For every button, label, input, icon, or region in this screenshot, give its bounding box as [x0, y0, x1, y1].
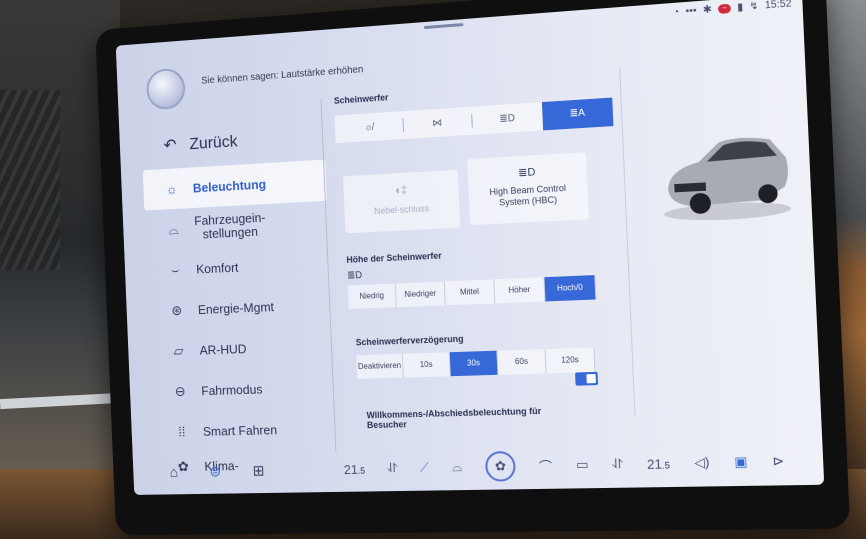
home-dock: ⌂ ⊜ ⊞	[151, 447, 330, 495]
steering-icon: ⊖	[170, 383, 191, 400]
temp-left-decimal: .5	[358, 466, 366, 476]
back-button[interactable]: ↶ Zurück	[163, 132, 238, 156]
sidebar-item-label: AR-HUD	[199, 341, 247, 357]
seat-heat-left-icon[interactable]: ⥯	[387, 460, 397, 476]
seat-icon: ⌣	[165, 261, 186, 278]
notification-badge: ~	[718, 4, 731, 14]
welcome-section: Willkommens-/Abschiedsbeleuchtung für Be…	[366, 404, 606, 430]
sidebar-item-smart-fahren[interactable]: ⁞⁞ Smart Fahren	[153, 407, 338, 452]
sidebar-item-label: Komfort	[196, 260, 239, 276]
sidebar-item-label: Energie-Mgmt	[198, 299, 275, 317]
height-option[interactable]: Höher	[494, 277, 545, 303]
rear-fog-card[interactable]: ◖‡ Nebel-schluss	[343, 170, 460, 234]
car-icon: ⌓	[163, 221, 184, 238]
temp-right-decimal: .5	[662, 460, 670, 470]
height-option[interactable]: Niedriger	[396, 281, 446, 307]
lighting-panel: Scheinwerfer ☼̸ ⋈ ≣D ≣A ◖‡ Nebel-schluss…	[334, 77, 614, 143]
defrost-rear-icon[interactable]: ▭	[576, 457, 589, 473]
more-icon: •••	[685, 5, 697, 17]
delay-option[interactable]: 10s	[403, 352, 451, 377]
car-climate-icon[interactable]: ⌓	[452, 459, 463, 475]
headlight-mode-selector: ☼̸ ⋈ ≣D ≣A	[335, 98, 614, 144]
delay-option[interactable]: 30s	[450, 351, 499, 377]
height-section: Höhe der Scheinwerfer ≣D Niedrig Niedrige…	[346, 243, 596, 309]
delay-option[interactable]: 60s	[497, 349, 546, 375]
temp-right-value: 21	[647, 456, 663, 472]
sidebar: ☼ Beleuchtung ⌓ Fahrzeugein- stellungen …	[143, 160, 339, 482]
sidebar-item-ar-hud[interactable]: ▱ AR-HUD	[149, 325, 333, 372]
fan-icon: ✿	[495, 458, 507, 474]
light-off-icon: ☼̸	[364, 122, 373, 133]
temp-right[interactable]: 21.5	[646, 453, 670, 474]
parking-light-icon: ⋈	[432, 117, 442, 129]
delay-option[interactable]: Deaktivieren	[356, 354, 403, 379]
light-icon: ☼	[161, 181, 182, 198]
energy-icon: ⊛	[166, 302, 187, 319]
voice-assistant-avatar[interactable]	[146, 68, 186, 111]
status-bar: ◔ ••• ✱ ~ ▮ ↯ 15:52	[673, 0, 792, 18]
voice-hint: Sie können sagen: Lautstärke erhöhen	[201, 64, 363, 86]
low-beam-button[interactable]: ≣D	[472, 111, 542, 126]
rear-fog-label: Nebel-schluss	[344, 202, 459, 218]
sidebar-item-label: Fahrzeugein- stellungen	[194, 211, 266, 242]
height-option[interactable]: Niedrig	[348, 283, 397, 309]
air-vent	[0, 90, 60, 270]
welcome-light-toggle[interactable]	[575, 372, 598, 386]
tablet-bezel: ◔ ••• ✱ ~ ▮ ↯ 15:52 Sie können sagen: La…	[95, 0, 850, 535]
clock: 15:52	[765, 0, 792, 11]
sidebar-item-energie[interactable]: ⊛ Energie-Mgmt	[148, 283, 332, 331]
vehicle-icon[interactable]: ⊜	[209, 463, 221, 481]
fan-button[interactable]: ✿	[485, 451, 516, 482]
home-icon[interactable]: ⌂	[169, 464, 178, 481]
volume-icon[interactable]: ◁)	[694, 454, 710, 471]
hbc-label: High Beam Control System (HBC)	[468, 182, 588, 210]
low-beam-icon: ≣D	[499, 112, 515, 124]
lock-icon: ▮	[737, 2, 743, 14]
hbc-card[interactable]: ≣D High Beam Control System (HBC)	[467, 152, 589, 225]
auto-light-button[interactable]: ≣A	[541, 98, 613, 131]
assist-icon: ⁞⁞	[171, 424, 192, 440]
seat-heat-right-icon[interactable]: ⥯	[612, 456, 623, 473]
fan-direction-icon[interactable]: ⟋	[420, 460, 430, 476]
car-outline-icon[interactable]: ⊳	[772, 453, 784, 470]
auto-light-icon: ≣A	[569, 107, 585, 119]
section-title-delay: Scheinwerferverzögerung	[356, 329, 594, 347]
back-label: Zurück	[189, 132, 238, 154]
screen: ◔ ••• ✱ ~ ▮ ↯ 15:52 Sie können sagen: La…	[116, 0, 824, 495]
vehicle-preview	[655, 109, 798, 230]
hud-icon: ▱	[168, 342, 189, 359]
sidebar-item-fahrmodus[interactable]: ⊖ Fahrmodus	[151, 366, 335, 412]
climate-dock: 21.5 ⥯ ⟋ ⌓ ✿ ⌒ ▭ ⥯ 21.5 ◁) ▣ ⊳	[328, 437, 803, 492]
temp-left-value: 21	[344, 462, 359, 477]
delay-selector: Deaktivieren 10s 30s 60s 120s	[356, 347, 595, 379]
bluetooth-icon: ✱	[703, 4, 712, 16]
height-selector: Niedrig Niedriger Mittel Höher Hoch/0	[348, 275, 597, 309]
back-arrow-icon: ↶	[163, 136, 177, 156]
pull-down-handle[interactable]	[424, 23, 463, 29]
high-beam-icon: ≣D	[468, 162, 587, 182]
height-option[interactable]: Hoch/0	[544, 275, 596, 301]
sidebar-item-label: Smart Fahren	[203, 422, 278, 438]
temp-left[interactable]: 21.5	[343, 459, 365, 479]
car-grille	[674, 182, 706, 192]
signal-icon: ↯	[749, 1, 758, 13]
height-option[interactable]: Mittel	[445, 279, 496, 305]
fog-light-icon: ◖‡	[343, 180, 458, 200]
defrost-front-icon[interactable]: ⌒	[539, 456, 553, 475]
parking-light-button[interactable]: ⋈	[403, 115, 472, 130]
panel-divider	[619, 68, 635, 415]
gallery-icon[interactable]: ▣	[734, 454, 748, 471]
delay-option[interactable]: 120s	[546, 347, 596, 373]
headlight-off-button[interactable]: ☼̸	[335, 120, 403, 135]
cast-icon: ◔	[673, 7, 680, 19]
sidebar-item-label: Beleuchtung	[193, 176, 267, 195]
sidebar-item-label: Fahrmodus	[201, 381, 263, 397]
delay-section: Scheinwerferverzögerung Deaktivieren 10s 3…	[356, 329, 596, 379]
apps-grid-icon[interactable]: ⊞	[252, 462, 265, 480]
